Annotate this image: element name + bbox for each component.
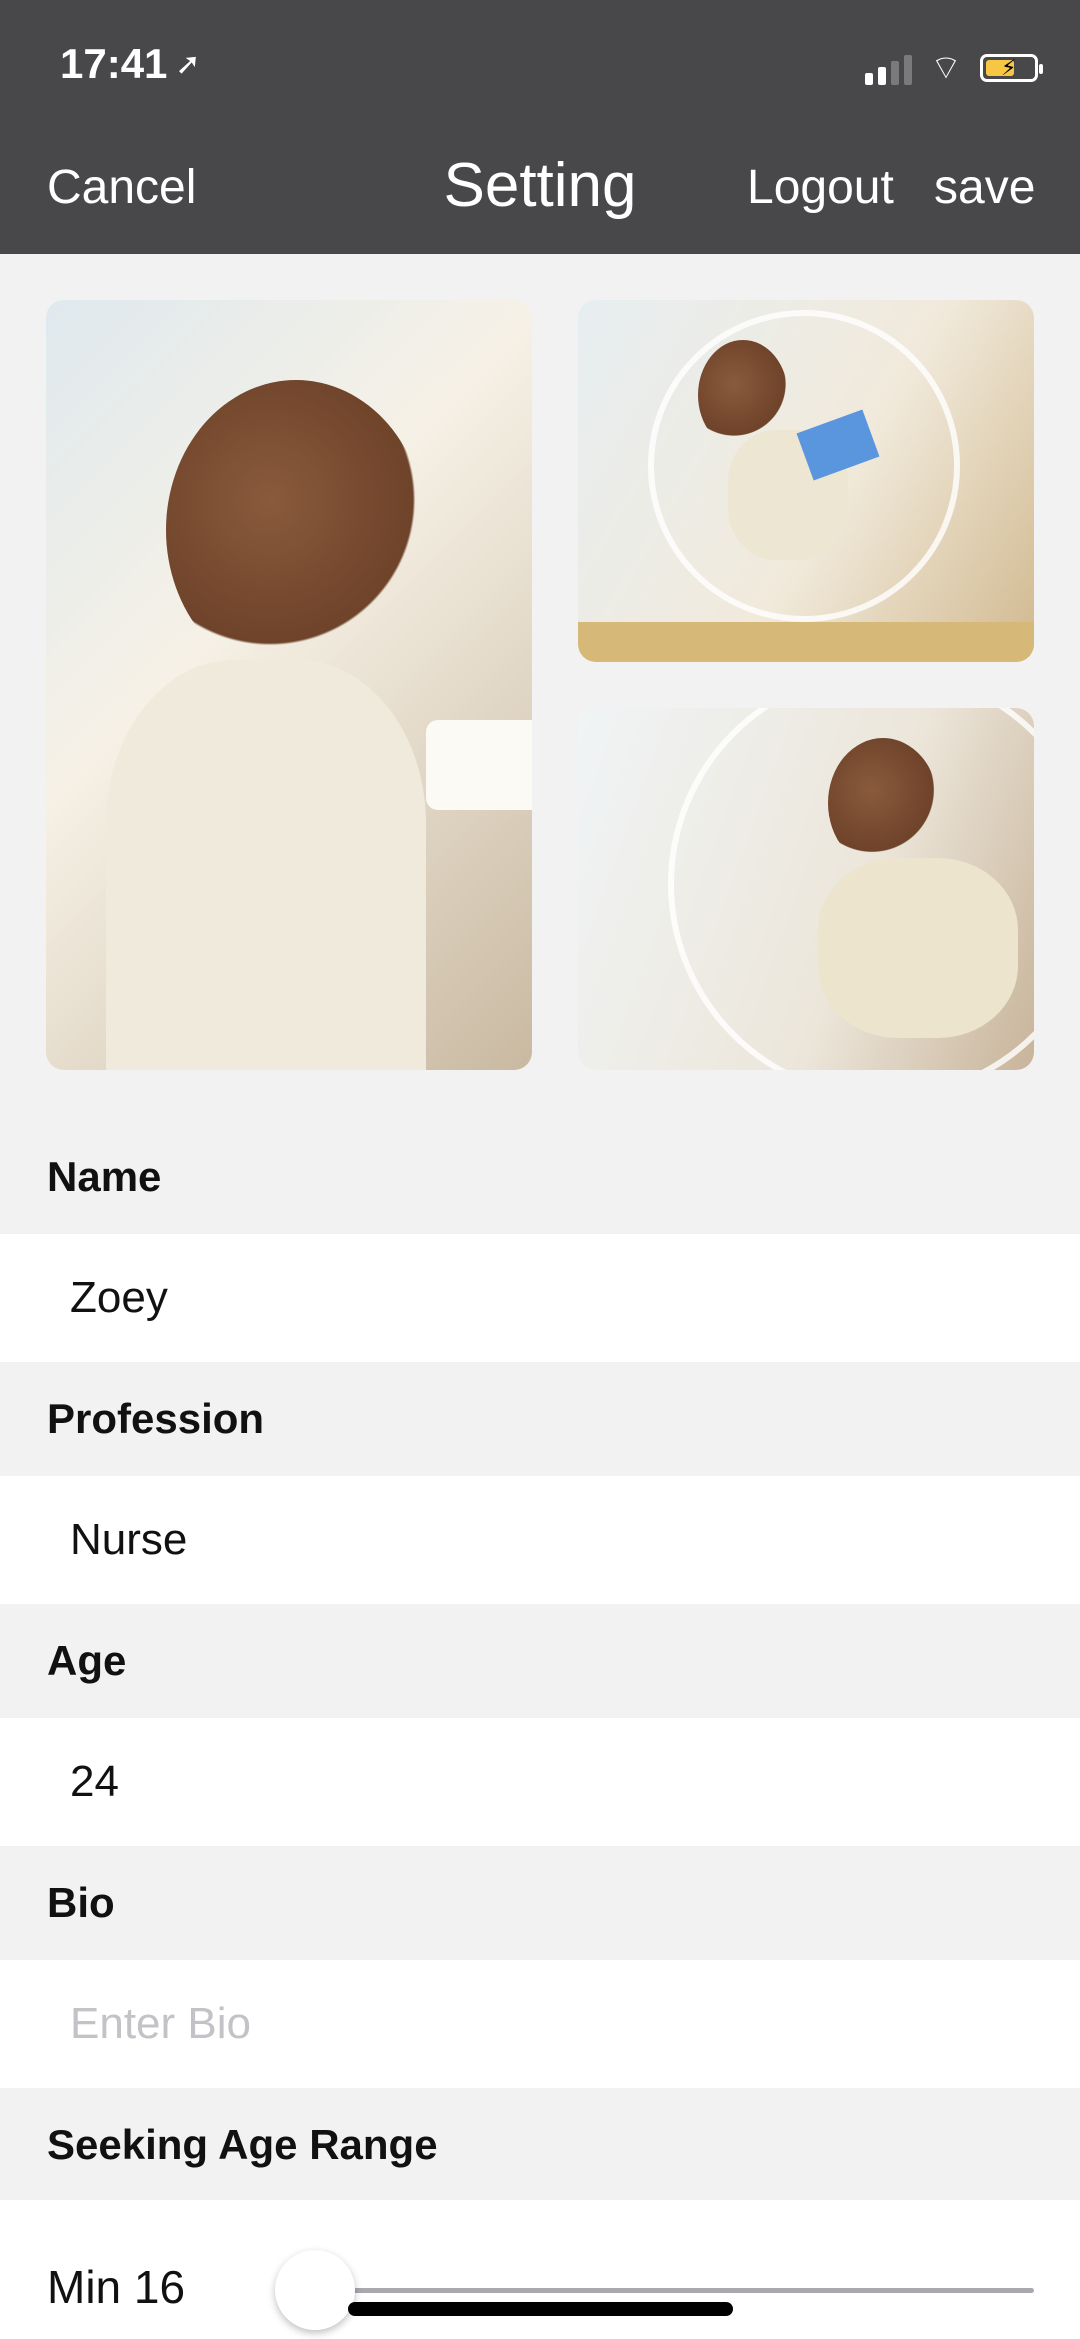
status-time-label: 17:41 [60, 40, 168, 87]
min-age-slider-row: Min 16 [0, 2200, 1080, 2339]
age-label: Age [0, 1604, 1080, 1718]
page-title: Setting [443, 151, 637, 220]
min-age-label: Min 16 [47, 2261, 186, 2313]
save-button[interactable]: save [934, 160, 1035, 215]
home-indicator [348, 2302, 733, 2316]
bio-field[interactable]: Enter Bio [0, 1960, 1080, 2088]
profession-label: Profession [0, 1362, 1080, 1476]
bio-label: Bio [0, 1846, 1080, 1960]
signal-icon [865, 51, 913, 85]
name-label: Name [0, 1120, 1080, 1234]
profession-field[interactable]: Nurse [0, 1476, 1080, 1604]
profile-photo-bottom-right[interactable] [578, 708, 1034, 1070]
wifi-icon: ⌔ [930, 49, 962, 87]
min-age-slider-track[interactable] [312, 2288, 1034, 2293]
battery-icon: ⚡ [980, 53, 1043, 82]
status-icons: ⌔ ⚡ [865, 46, 1043, 89]
profile-photo-top-right[interactable] [578, 300, 1034, 662]
age-field[interactable]: 24 [0, 1718, 1080, 1846]
name-field[interactable]: Zoey [0, 1234, 1080, 1362]
logout-button[interactable]: Logout [747, 160, 894, 215]
top-bar: 17:41 ➚ ⌔ ⚡ Cancel Setting Logout save [0, 0, 1080, 254]
location-arrow-icon: ➚ [175, 47, 201, 81]
seeking-age-range-label: Seeking Age Range [0, 2088, 1080, 2202]
profile-photo-main[interactable] [46, 300, 532, 1070]
status-time: 17:41 ➚ [60, 40, 201, 88]
min-age-slider-thumb[interactable] [275, 2250, 355, 2330]
